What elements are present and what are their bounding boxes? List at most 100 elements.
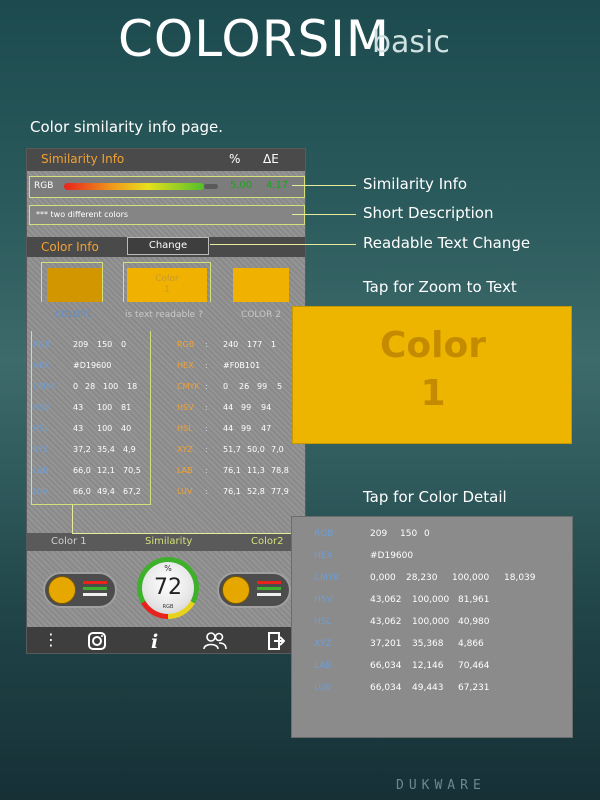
detail-row-label: HSV <box>314 595 333 605</box>
zoom-text-panel[interactable]: Color 1 <box>292 306 572 444</box>
callout-similarity-info: Similarity Info <box>363 175 468 193</box>
table-row-label: LAB <box>33 466 49 475</box>
color1-label: COLOR1 <box>55 310 93 320</box>
color2-swatch[interactable] <box>233 268 289 302</box>
table-row-value: 35,4 <box>97 445 115 454</box>
camera-icon[interactable] <box>87 631 107 653</box>
app-title-suffix: basic <box>372 25 450 60</box>
table-row-value: 0 <box>73 382 79 391</box>
table-row-value: 12,1 <box>97 466 115 475</box>
red-level-bar <box>257 581 281 584</box>
app-title: COLORSIM <box>118 10 391 68</box>
table-row-label: LUV <box>177 487 193 496</box>
colon: : <box>205 361 208 370</box>
table-row-value: 81 <box>121 403 132 412</box>
callout-tap-detail: Tap for Color Detail <box>363 488 507 506</box>
percent-column-label: % <box>229 152 241 166</box>
similarity-label-bar: Color 1 Similarity Color2 <box>27 533 305 551</box>
detail-row-label: HEX <box>314 551 333 561</box>
colon: : <box>205 403 208 412</box>
rgb-similarity-row[interactable]: RGB 5,00 4,17 <box>29 176 305 198</box>
similarity-gauge[interactable]: % 72 RGB <box>137 557 199 619</box>
table-row-value: 11,3 <box>247 466 265 475</box>
detail-callout-vline <box>72 505 73 533</box>
detail-row-value: 12,146 <box>412 661 444 671</box>
toggle-knob <box>222 576 250 604</box>
table-row-value: 44 <box>223 403 234 412</box>
table-row-value: 150 <box>97 340 113 349</box>
color1-tab[interactable]: Color 1 <box>51 536 87 547</box>
table-row-value: 1 <box>271 340 277 349</box>
colon: : <box>205 487 208 496</box>
people-icon[interactable] <box>203 631 227 653</box>
menu-icon[interactable]: ⋮ <box>43 631 59 649</box>
table-row-value: 43 <box>73 403 84 412</box>
detail-row-value: 40,980 <box>458 617 490 627</box>
colon: : <box>205 382 208 391</box>
table-row-label: HSL <box>177 424 193 433</box>
table-row-value: 0 <box>121 340 127 349</box>
table-row-value: 240 <box>223 340 239 349</box>
detail-row-value: 100,000 <box>412 617 450 627</box>
color-info-title: Color Info <box>41 240 99 254</box>
table-row-value: 177 <box>247 340 263 349</box>
change-button[interactable]: Change <box>127 237 209 255</box>
color2-toggle[interactable] <box>217 572 291 608</box>
short-description-row: *** two different colors <box>29 205 305 225</box>
table-row-value: 26 <box>239 382 250 391</box>
detail-row-value: 0,000 <box>370 573 396 583</box>
detail-row-value: 43,062 <box>370 617 402 627</box>
table-row-label: XYZ <box>177 445 193 454</box>
detail-row-label: RGB <box>314 529 334 539</box>
similarity-tab[interactable]: Similarity <box>145 536 192 547</box>
brand-logo: DUKWARE <box>396 778 486 793</box>
table-row-value: #D19600 <box>73 361 112 370</box>
table-row-value: 77,9 <box>271 487 289 496</box>
zoom-text-line1: Color <box>380 325 486 366</box>
detail-row-value: #D19600 <box>370 551 414 561</box>
gauge-percent-symbol: % <box>164 564 172 573</box>
detail-row-value: 0 <box>424 529 430 539</box>
green-level-bar <box>257 587 281 590</box>
green-level-bar <box>83 587 107 590</box>
similarity-title: Similarity Info <box>41 152 125 166</box>
color1-toggle[interactable] <box>43 572 117 608</box>
phone-screen: Similarity Info % ΔE RGB 5,00 4,17 *** t… <box>26 148 306 654</box>
blue-level-bar <box>83 593 107 596</box>
readable-question: is text readable ? <box>125 310 203 320</box>
table-row-value: 50,0 <box>247 445 265 454</box>
table-row-label: HSV <box>33 403 50 412</box>
info-icon[interactable]: i <box>151 631 158 653</box>
exit-icon[interactable] <box>267 631 286 653</box>
readable-callout-line <box>210 244 356 245</box>
colon: : <box>205 340 208 349</box>
similarity-bar-track <box>204 184 218 189</box>
table-row-label: HSV <box>177 403 194 412</box>
table-row-value: 99 <box>241 403 252 412</box>
detail-row-value: 4,866 <box>458 639 484 649</box>
table-row-value: #F0B101 <box>223 361 261 370</box>
color1-bracket <box>41 262 103 302</box>
detail-row-label: CMYK <box>314 573 340 583</box>
table-row-value: 18 <box>127 382 138 391</box>
center-bracket <box>123 262 211 302</box>
color-detail-panel[interactable]: RGB 209 150 0 HEX #D19600 CMYK 0,000 28,… <box>291 516 573 738</box>
gauge-face: % 72 RGB <box>142 562 194 614</box>
table-row-label: LUV <box>33 487 49 496</box>
gauge-value: 72 <box>154 575 182 600</box>
table-row-value: 4,9 <box>123 445 136 454</box>
table-row-value: 51,7 <box>223 445 241 454</box>
table-row-value: 100 <box>97 424 113 433</box>
table-row-label: HEX <box>177 361 194 370</box>
table-row-label: CMYK <box>33 382 56 391</box>
detail-row-label: LAB <box>314 661 332 671</box>
table-row-label: HEX <box>33 361 50 370</box>
red-level-bar <box>83 581 107 584</box>
table-row-value: 44 <box>223 424 234 433</box>
table-row-label: HSL <box>33 424 49 433</box>
gauge-mode: RGB <box>162 604 174 610</box>
table-row-value: 5 <box>277 382 283 391</box>
detail-row-value: 35,368 <box>412 639 444 649</box>
color2-tab[interactable]: Color2 <box>251 536 283 547</box>
detail-row-label: HSL <box>314 617 332 627</box>
